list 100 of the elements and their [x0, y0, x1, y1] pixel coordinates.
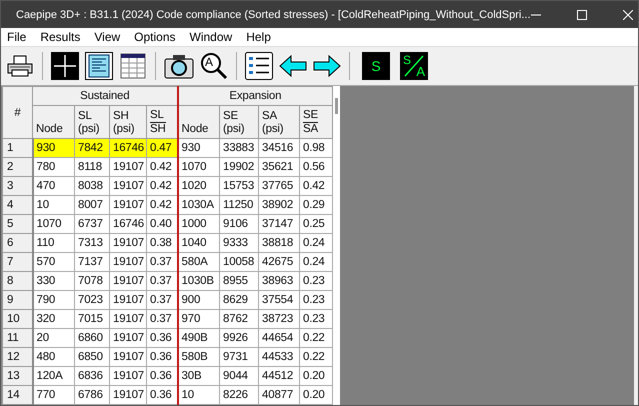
table-cell: 42675 [258, 252, 300, 272]
table-icon[interactable] [119, 52, 147, 80]
table-cell: 7842 [74, 138, 110, 158]
table-cell: 19107 [110, 290, 146, 310]
table-cell: 19107 [110, 272, 146, 290]
table-cell: 19107 [110, 252, 146, 272]
table-cell: 0.36 [146, 348, 178, 366]
table-cell: 8007 [74, 196, 110, 214]
group-header: Sustained [32, 86, 178, 106]
column-header: SL (psi) [74, 106, 110, 138]
table-cell: 580B [178, 348, 220, 366]
table-cell: 0.22 [300, 328, 333, 348]
column-header: SE SA [300, 106, 333, 138]
table-cell: 44533 [258, 348, 300, 366]
row-number: 5 [2, 214, 32, 234]
table-cell: 320 [32, 310, 74, 328]
table-cell: 30B [178, 366, 220, 386]
right-arrow-icon[interactable] [313, 55, 341, 77]
table-cell: 1070 [32, 214, 74, 234]
table-cell: 19107 [110, 366, 146, 386]
table-cell: 970 [178, 310, 220, 328]
table-cell: 20 [32, 328, 74, 348]
menu-item[interactable]: Options [133, 30, 183, 44]
table-cell: 10 [178, 386, 220, 404]
table-cell: 38723 [258, 310, 300, 328]
table-cell: 8955 [220, 272, 259, 290]
row-number: 11 [2, 328, 32, 348]
table-cell: 7015 [74, 310, 110, 328]
table-cell: 9333 [220, 234, 259, 252]
menu-item[interactable]: View [93, 30, 128, 44]
crosshair-icon[interactable] [51, 52, 79, 80]
close-icon[interactable] [622, 10, 633, 20]
menu-item[interactable]: Results [39, 30, 88, 44]
column-header: SL SH [146, 106, 178, 138]
table-cell: 6860 [74, 328, 110, 348]
row-number: 9 [2, 290, 32, 310]
column-header: Node [178, 106, 220, 138]
table-cell: 9044 [220, 366, 259, 386]
table-cell: 0.37 [146, 252, 178, 272]
table-cell: 16746 [110, 138, 146, 158]
column-header: Node [32, 106, 74, 138]
table-cell: 0.56 [300, 158, 333, 176]
table-cell: 38902 [258, 196, 300, 214]
table-cell: 7078 [74, 272, 110, 290]
table-cell: 38818 [258, 234, 300, 252]
menu-item[interactable]: Window [188, 30, 240, 44]
table-cell: 0.23 [300, 272, 333, 290]
s-over-a-button[interactable]: S A [400, 52, 428, 80]
table-cell: 900 [178, 290, 220, 310]
table-cell: 790 [32, 290, 74, 310]
table-cell: 1030B [178, 272, 220, 290]
menu-item[interactable]: Help [245, 30, 278, 44]
menu-item[interactable]: File [6, 30, 34, 44]
group-header: Expansion [178, 86, 333, 106]
table-cell: 1030A [178, 196, 220, 214]
left-arrow-icon[interactable] [279, 55, 307, 77]
table-cell: 0.42 [146, 158, 178, 176]
table-cell: 0.25 [300, 214, 333, 234]
table-cell: 330 [32, 272, 74, 290]
table-cell: 8762 [220, 310, 259, 328]
table-cell: 1000 [178, 214, 220, 234]
table-cell: 1020 [178, 176, 220, 196]
table-cell: 0.23 [300, 290, 333, 310]
table-cell: 0.20 [300, 366, 333, 386]
table-cell: 0.24 [300, 234, 333, 252]
table-cell: 19107 [110, 158, 146, 176]
column-header: SE (psi) [220, 106, 259, 138]
table-cell: 0.38 [146, 234, 178, 252]
camera-icon[interactable] [164, 53, 194, 79]
column-header: # [2, 86, 32, 138]
table-cell: 470 [32, 176, 74, 196]
table-cell: 19107 [110, 196, 146, 214]
table-cell: 6850 [74, 348, 110, 366]
document-icon[interactable] [85, 52, 113, 80]
row-number: 2 [2, 158, 32, 176]
table-cell: 6836 [74, 366, 110, 386]
table-cell: 35621 [258, 158, 300, 176]
s-button[interactable]: S [362, 52, 390, 80]
table-cell: 19107 [110, 310, 146, 328]
table-cell: 16746 [110, 214, 146, 234]
table-cell: 6737 [74, 214, 110, 234]
row-number: 8 [2, 272, 32, 290]
list-icon[interactable] [245, 52, 273, 80]
table-cell: 0.42 [300, 176, 333, 196]
table-cell: 7137 [74, 252, 110, 272]
table-cell: 0.42 [146, 176, 178, 196]
table-cell: 19107 [110, 386, 146, 404]
row-number: 4 [2, 196, 32, 214]
printer-icon[interactable] [6, 54, 34, 78]
maximize-icon[interactable] [576, 10, 587, 20]
row-number: 13 [2, 366, 32, 386]
table-cell: 37147 [258, 214, 300, 234]
table-cell: 480 [32, 348, 74, 366]
table-cell: 770 [32, 386, 74, 404]
table-cell: 9731 [220, 348, 259, 366]
table-cell: 11250 [220, 196, 259, 214]
table-cell: 120A [32, 366, 74, 386]
table-cell: 0.42 [146, 196, 178, 214]
scroll-thumb[interactable] [335, 98, 338, 114]
column-header: SA (psi) [258, 106, 300, 138]
